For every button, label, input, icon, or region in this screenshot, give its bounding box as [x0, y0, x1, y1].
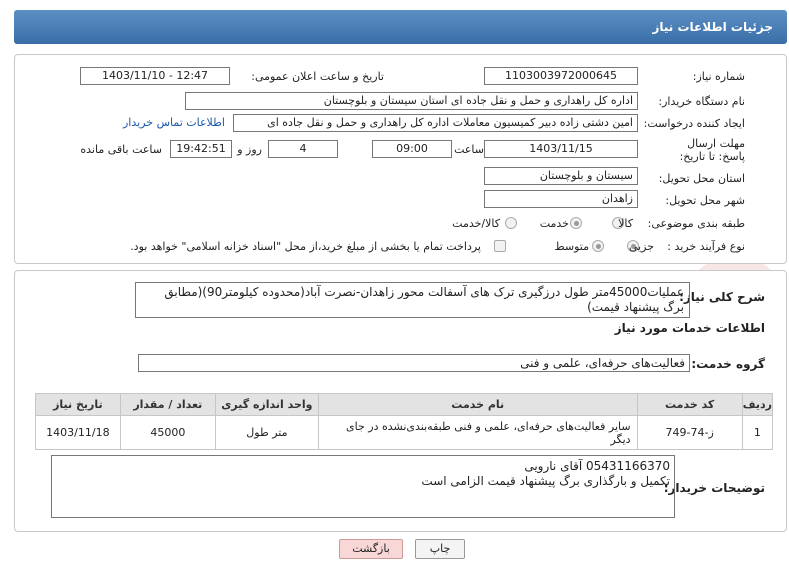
- services-section-title: اطلاعات خدمات مورد نیاز: [614, 321, 765, 335]
- table-row: 1 ز-74-749 سایر فعالیت‌های حرفه‌ای، علمی…: [35, 415, 774, 450]
- cell-date: 1403/11/18: [35, 415, 121, 450]
- announce-date-label: تاریخ و ساعت اعلان عمومی:: [251, 70, 384, 83]
- table-header-row: ردیف کد خدمت نام خدمت واحد اندازه گیری ت…: [35, 393, 774, 416]
- col-header-date: تاریخ نیاز: [35, 393, 121, 416]
- buyer-notes-line-1: 05431166370 آقای نارویی: [524, 459, 670, 473]
- deadline-time-field[interactable]: 09:00: [372, 140, 452, 158]
- process-radio-medium[interactable]: [592, 240, 604, 252]
- buyer-notes-textarea[interactable]: 05431166370 آقای نارویی تکمیل و بارگذاری…: [51, 455, 675, 518]
- service-group-label: گروه خدمت:: [691, 357, 765, 371]
- buyer-notes-line-2: تکمیل و بارگذاری برگ پیشنهاد قیمت الزامی…: [421, 474, 670, 488]
- days-label: روز و: [237, 143, 262, 156]
- category-option-goods-service: کالا/خدمت: [452, 217, 500, 230]
- category-radio-service[interactable]: [570, 217, 582, 229]
- days-remaining-field[interactable]: 4: [268, 140, 338, 158]
- requester-label: ایجاد کننده درخواست:: [643, 117, 745, 130]
- province-label: استان محل تحویل:: [658, 172, 745, 185]
- col-header-name: نام خدمت: [317, 393, 638, 416]
- col-header-code: کد خدمت: [636, 393, 743, 416]
- category-radio-goods-service[interactable]: [505, 217, 517, 229]
- cell-unit: متر طول: [214, 415, 319, 450]
- deadline-label: مهلت ارسال پاسخ: تا تاریخ:: [679, 137, 745, 163]
- cell-service-name: سایر فعالیت‌های حرفه‌ای، علمی و فنی طبقه…: [317, 415, 638, 450]
- announce-date-field[interactable]: 1403/11/10 - 12:47: [80, 67, 230, 85]
- city-label: شهر محل تحویل:: [665, 194, 745, 207]
- buyer-notes-label: توضیحات خریدار:: [663, 481, 765, 495]
- col-header-unit: واحد اندازه گیری: [214, 393, 319, 416]
- print-button[interactable]: چاپ: [415, 539, 465, 559]
- process-option-minor: جزیی: [628, 240, 654, 253]
- city-field[interactable]: زاهدان: [484, 190, 638, 208]
- province-field[interactable]: سیستان و بلوچستان: [484, 167, 638, 185]
- services-table: ردیف کد خدمت نام خدمت واحد اندازه گیری ت…: [35, 393, 774, 450]
- remaining-time-field[interactable]: 19:42:51: [170, 140, 232, 158]
- cell-index: 1: [741, 415, 774, 450]
- remaining-time-label: ساعت باقی مانده: [80, 143, 162, 156]
- back-button[interactable]: بازگشت: [339, 539, 403, 559]
- category-option-goods: کالا: [618, 217, 633, 230]
- page-header: جزئیات اطلاعات نیاز: [14, 10, 787, 44]
- treasury-payment-note: پرداخت تمام یا بخشی از مبلغ خرید،از محل …: [130, 240, 481, 253]
- buyer-org-label: نام دستگاه خریدار:: [658, 95, 745, 108]
- buyer-org-field[interactable]: اداره کل راهداری و حمل و نقل جاده ای است…: [185, 92, 638, 110]
- category-option-service: خدمت: [539, 217, 569, 230]
- treasury-payment-checkbox[interactable]: [494, 240, 506, 252]
- deadline-date-field[interactable]: 1403/11/15: [484, 140, 638, 158]
- requester-field[interactable]: امین دشتی زاده دبیر کمیسیون معاملات ادار…: [233, 114, 638, 132]
- cell-qty: 45000: [119, 415, 216, 450]
- col-header-qty: تعداد / مقدار: [119, 393, 216, 416]
- process-label: نوع فرآیند خرید :: [667, 240, 745, 253]
- page-title: جزئیات اطلاعات نیاز: [652, 20, 773, 34]
- deadline-time-label: ساعت: [454, 143, 484, 156]
- category-label: طبقه بندی موضوعی:: [647, 217, 745, 230]
- cell-code: ز-74-749: [636, 415, 743, 450]
- need-number-field[interactable]: 1103003972000645: [484, 67, 638, 85]
- summary-textarea[interactable]: عملیات45000متر طول درزگیری ترک های آسفال…: [135, 282, 690, 318]
- summary-label: شرح کلی نیاز:: [679, 290, 765, 304]
- service-group-field[interactable]: فعالیت‌های حرفه‌ای، علمی و فنی: [138, 354, 690, 372]
- process-option-medium: متوسط: [554, 240, 589, 253]
- col-header-index: ردیف: [741, 393, 774, 416]
- buyer-contact-link[interactable]: اطلاعات تماس خریدار: [123, 116, 225, 129]
- need-number-label: شماره نیاز:: [692, 70, 745, 83]
